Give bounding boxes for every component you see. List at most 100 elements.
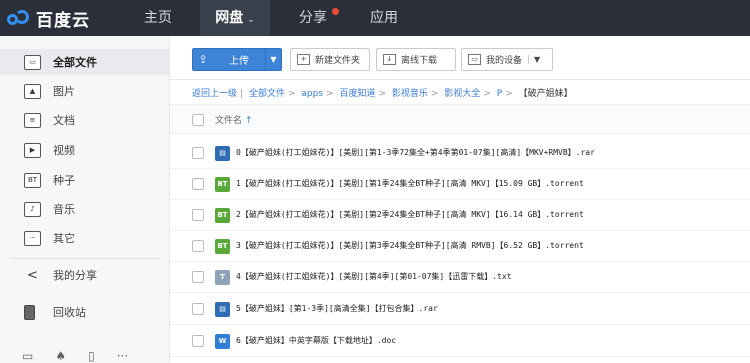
cloud-icon xyxy=(6,8,32,28)
image-icon: ▲ xyxy=(24,83,41,99)
my-devices-button[interactable]: ▭ 我的设备 ▼ xyxy=(461,48,553,71)
offline-download-label: 离线下载 xyxy=(401,56,438,66)
chevron-down-icon[interactable]: ▼ xyxy=(528,55,540,64)
sidebar-item-label: 音乐 xyxy=(53,203,75,216)
file-name[interactable]: 6【破产姐妹】中英字幕版【下载地址】.doc xyxy=(236,335,396,346)
sidebar-item-torrents[interactable]: BT 种子 xyxy=(0,167,170,193)
logo-text: 百度云 xyxy=(36,10,90,31)
chevron-down-icon: ⌄ xyxy=(247,15,255,25)
sidebar-item-label: 全部文件 xyxy=(53,56,97,69)
sidebar-item-my-shares[interactable]: < 我的分享 xyxy=(0,262,170,288)
sidebar-divider xyxy=(10,258,160,259)
row-checkbox[interactable] xyxy=(192,271,204,283)
file-row[interactable]: BT 1【破产姐妹(打工姐妹花)】[美剧][第1季24集全BT种子][高清 MK… xyxy=(170,169,750,200)
upload-label: 上传 xyxy=(229,56,249,67)
nav-share[interactable]: 分享 xyxy=(282,0,344,36)
upload-icon: ⇪ xyxy=(198,53,208,66)
nav-home[interactable]: 主页 xyxy=(125,0,191,36)
breadcrumb-link[interactable]: 全部文件 xyxy=(249,89,285,99)
breadcrumb-current: 【破产姐妹】 xyxy=(518,89,573,99)
nav-netdisk[interactable]: 网盘 ⌄ xyxy=(200,0,270,36)
sidebar-item-label: 种子 xyxy=(53,174,75,187)
new-folder-button[interactable]: + 新建文件夹 xyxy=(290,48,370,71)
file-row[interactable]: BT 2【破产姐妹(打工姐妹花)】[美剧][第2季24集全BT种子][高清 MK… xyxy=(170,200,750,231)
sidebar-item-label: 文档 xyxy=(53,114,75,127)
sidebar-item-images[interactable]: ▲ 图片 xyxy=(0,78,170,104)
sidebar-item-recycle-bin[interactable]: 回收站 xyxy=(0,299,170,325)
baidu-cloud-logo[interactable]: 百度云 xyxy=(6,6,90,31)
device-icons: ▭ ♠ ▯ ··· xyxy=(22,349,128,363)
torrent-icon: BT xyxy=(24,172,41,188)
more-icon[interactable]: ··· xyxy=(117,349,128,363)
toolbar: ⇪ 上传 ▼ + 新建文件夹 ↓ 离线下载 ▭ 我的设备 ▼ xyxy=(170,36,750,80)
row-checkbox[interactable] xyxy=(192,240,204,252)
other-icon: ··· xyxy=(24,230,41,246)
notification-dot xyxy=(332,8,339,15)
column-header-filename[interactable]: 文件名 ↑ xyxy=(215,113,253,126)
nav-label: 应用 xyxy=(370,10,398,26)
file-row[interactable]: BT 3【破产姐妹(打工姐妹花)】[美剧][第3季24集全BT种子][高清 RM… xyxy=(170,231,750,262)
nav-label: 分享 xyxy=(299,10,327,26)
torrent-file-icon: BT xyxy=(215,177,230,192)
upload-button[interactable]: ⇪ 上传 ▼ xyxy=(192,48,282,71)
sidebar-item-music[interactable]: ♪ 音乐 xyxy=(0,196,170,222)
sidebar-item-other[interactable]: ··· 其它 xyxy=(0,225,170,251)
breadcrumb-link[interactable]: 百度知道 xyxy=(339,89,375,99)
video-icon: ▶ xyxy=(24,142,41,158)
offline-download-button[interactable]: ↓ 离线下载 xyxy=(376,48,456,71)
file-row[interactable]: ▤ 0【破产姐妹(打工姐妹花)】[美剧][第1-3季72集全+第4季第01-07… xyxy=(170,138,750,169)
row-checkbox[interactable] xyxy=(192,147,204,159)
sidebar-item-label: 其它 xyxy=(53,232,75,245)
nav-apps[interactable]: 应用 xyxy=(356,0,412,36)
sidebar-item-videos[interactable]: ▶ 视频 xyxy=(0,137,170,163)
sidebar-item-label: 视频 xyxy=(53,144,75,157)
file-row[interactable]: T 4【破产姐妹(打工姐妹花)】[美剧][第4季][第01-07集]【迅雷下载】… xyxy=(170,262,750,293)
file-list-header: 文件名 ↑ xyxy=(170,104,750,134)
download-icon: ↓ xyxy=(383,54,396,65)
row-checkbox[interactable] xyxy=(192,335,204,347)
new-folder-label: 新建文件夹 xyxy=(315,56,361,66)
sidebar-item-label: 我的分享 xyxy=(53,269,97,282)
file-name[interactable]: 5【破产姐妹】[第1-3季][高清全集]【打包合集】.rar xyxy=(236,303,438,314)
rar-file-icon: ▤ xyxy=(215,302,230,317)
android-icon[interactable]: ♠ xyxy=(55,349,66,363)
sidebar: ▭ 全部文件 ▲ 图片 ≡ 文档 ▶ 视频 BT 种子 ♪ 音乐 ··· 其它 < 我的分享 回… xyxy=(0,36,170,363)
torrent-file-icon: BT xyxy=(215,208,230,223)
file-name[interactable]: 1【破产姐妹(打工姐妹花)】[美剧][第1季24集全BT种子][高清 MKV]【… xyxy=(236,178,584,189)
row-checkbox[interactable] xyxy=(192,303,204,315)
trash-icon xyxy=(24,304,35,320)
document-icon: ≡ xyxy=(24,112,41,128)
breadcrumb-link[interactable]: apps xyxy=(301,89,323,99)
top-bar: 百度云 主页 网盘 ⌄ 分享 应用 xyxy=(0,0,750,36)
nav-label: 网盘 xyxy=(215,10,244,26)
breadcrumb-back-link[interactable]: 返回上一级 xyxy=(192,89,237,99)
file-row[interactable]: W 6【破产姐妹】中英字幕版【下载地址】.doc xyxy=(170,326,750,357)
column-header-label: 文件名 xyxy=(215,116,243,126)
sidebar-item-label: 图片 xyxy=(53,85,75,98)
pc-icon[interactable]: ▭ xyxy=(22,349,33,363)
sidebar-item-all-files[interactable]: ▭ 全部文件 xyxy=(0,49,170,75)
file-name[interactable]: 0【破产姐妹(打工姐妹花)】[美剧][第1-3季72集全+第4季第01-07集]… xyxy=(236,147,595,158)
breadcrumb-link[interactable]: P xyxy=(497,89,502,99)
txt-file-icon: T xyxy=(215,270,230,285)
file-name[interactable]: 2【破产姐妹(打工姐妹花)】[美剧][第2季24集全BT种子][高清 MKV]【… xyxy=(236,209,584,220)
share-icon: < xyxy=(27,267,38,283)
breadcrumb-link[interactable]: 影视音乐 xyxy=(392,89,428,99)
sidebar-item-documents[interactable]: ≡ 文档 xyxy=(0,107,170,133)
my-devices-label: 我的设备 xyxy=(486,56,523,66)
breadcrumb-link[interactable]: 影视大全 xyxy=(444,89,480,99)
row-checkbox[interactable] xyxy=(192,209,204,221)
phone-icon[interactable]: ▯ xyxy=(88,349,95,363)
upload-dropdown-icon[interactable]: ▼ xyxy=(265,49,281,70)
device-icon: ▭ xyxy=(468,54,481,65)
folder-icon: ▭ xyxy=(24,54,41,70)
select-all-checkbox[interactable] xyxy=(192,114,204,126)
sort-arrow-icon: ↑ xyxy=(245,116,253,126)
new-folder-icon: + xyxy=(297,54,310,65)
row-checkbox[interactable] xyxy=(192,178,204,190)
nav-label: 主页 xyxy=(144,10,172,26)
file-name[interactable]: 3【破产姐妹(打工姐妹花)】[美剧][第3季24集全BT种子][高清 RMVB]… xyxy=(236,240,584,251)
torrent-file-icon: BT xyxy=(215,239,230,254)
file-name[interactable]: 4【破产姐妹(打工姐妹花)】[美剧][第4季][第01-07集]【迅雷下载】.t… xyxy=(236,271,512,282)
file-row[interactable]: ▤ 5【破产姐妹】[第1-3季][高清全集]【打包合集】.rar xyxy=(170,294,750,325)
